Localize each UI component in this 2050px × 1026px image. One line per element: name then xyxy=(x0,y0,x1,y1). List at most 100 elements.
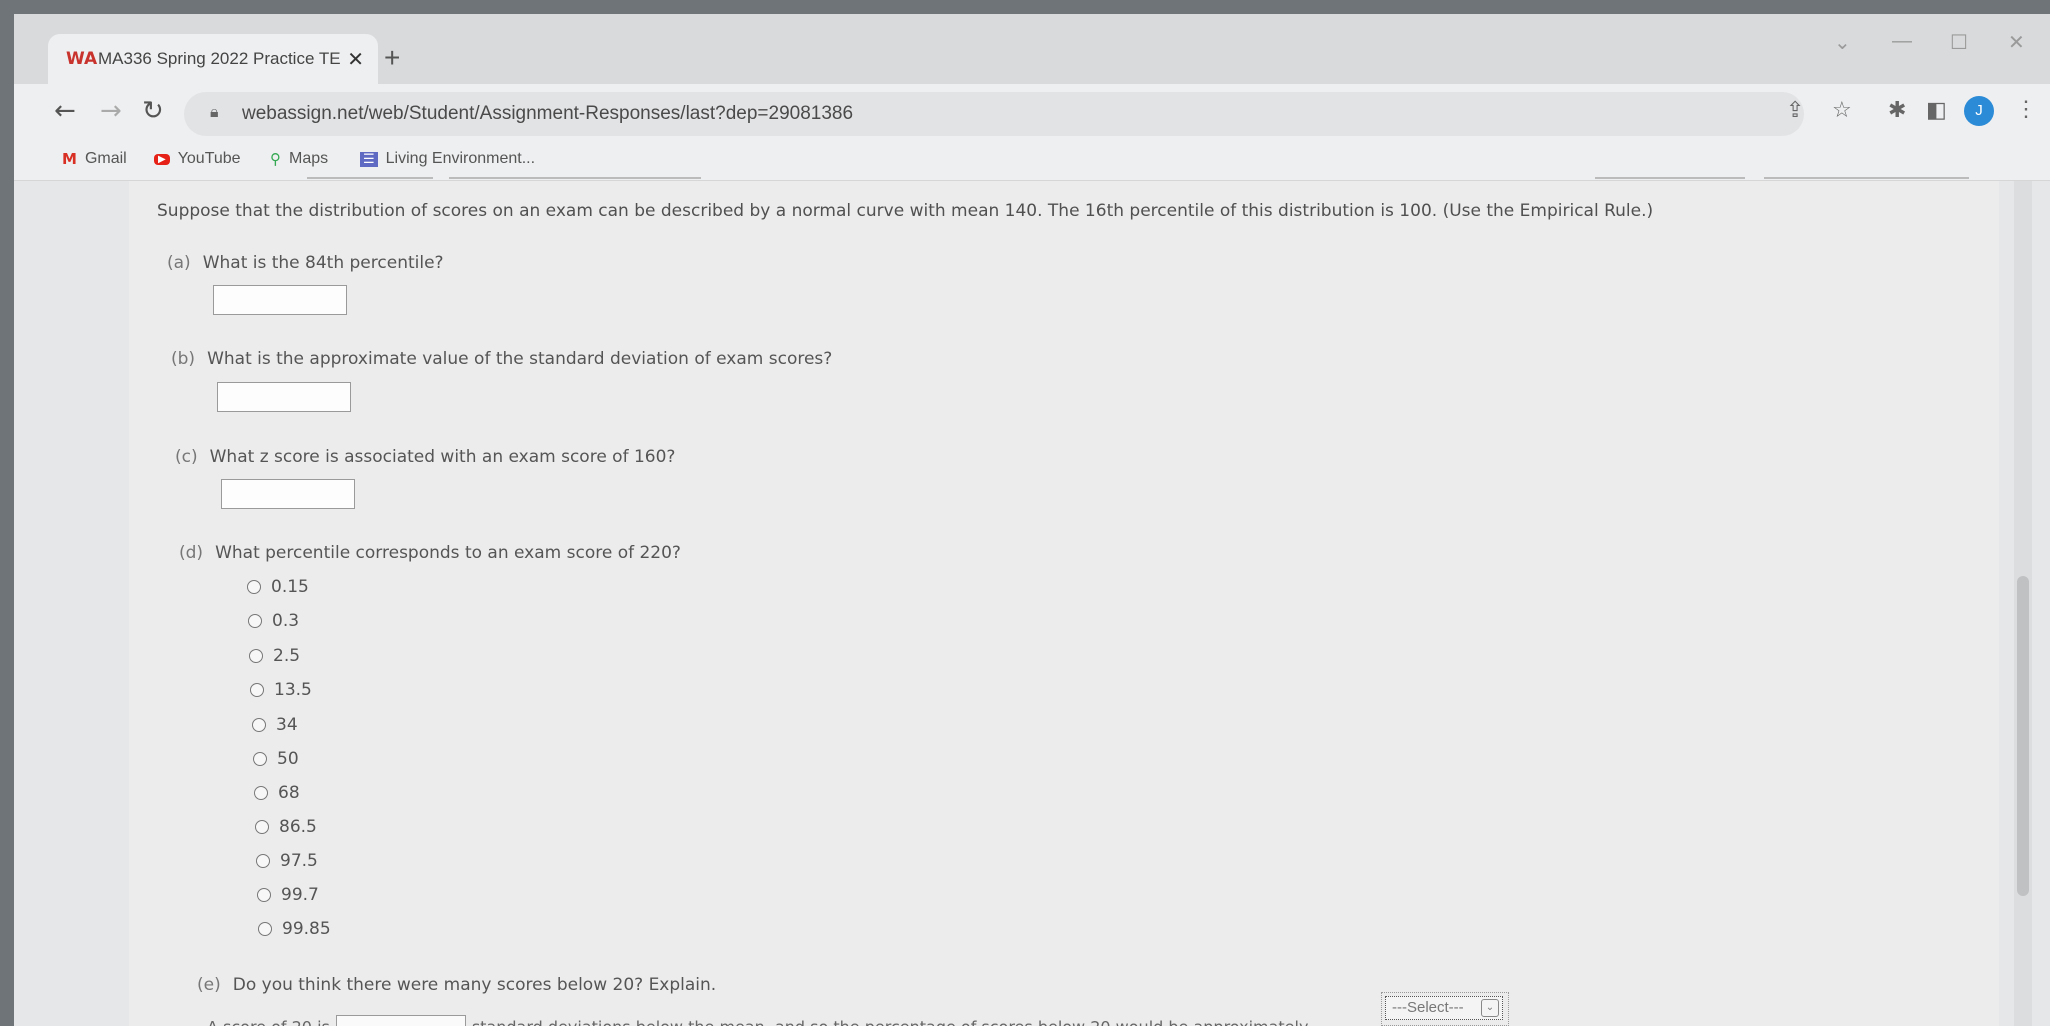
part-e-text: Do you think there were many scores belo… xyxy=(232,975,717,995)
radio-button[interactable] xyxy=(254,786,268,800)
option-2-5[interactable]: 2.5 xyxy=(249,646,300,666)
option-34[interactable]: 34 xyxy=(252,715,298,735)
option-13-5[interactable]: 13.5 xyxy=(250,680,312,700)
bookmark-living-environment[interactable]: ☰ Living Environment... xyxy=(360,150,535,168)
share-icon[interactable]: ⇪ xyxy=(1786,98,1804,123)
option-0-15[interactable]: 0.15 xyxy=(247,577,309,597)
maximize-icon[interactable]: ☐ xyxy=(1950,30,1968,55)
option-label: 99.85 xyxy=(282,919,331,939)
side-panel-icon[interactable]: ◧ xyxy=(1926,98,1947,123)
option-label: 86.5 xyxy=(279,817,317,837)
option-0-3[interactable]: 0.3 xyxy=(248,611,299,631)
bookmark-label: Living Environment... xyxy=(385,150,536,167)
part-e: (e) Do you think there were many scores b… xyxy=(197,975,716,995)
tab-strip: WA MA336 Spring 2022 Practice TES ✕ + ⌄ … xyxy=(14,14,2050,84)
reload-icon[interactable]: ↻ xyxy=(142,96,164,126)
browser-window: WA MA336 Spring 2022 Practice TES ✕ + ⌄ … xyxy=(14,14,2050,1026)
option-label: 97.5 xyxy=(280,851,318,871)
part-letter: (e) xyxy=(197,975,221,995)
radio-button[interactable] xyxy=(248,614,262,628)
part-letter: (d) xyxy=(179,543,204,563)
gmail-icon: M xyxy=(62,150,77,168)
close-tab-icon[interactable]: ✕ xyxy=(347,47,364,72)
bookmark-star-icon[interactable]: ☆ xyxy=(1832,98,1852,123)
part-c-text: What z score is associated with an exam … xyxy=(209,447,676,467)
part-a: (a) What is the 84th percentile? xyxy=(167,253,444,273)
question-panel: Suppose that the distribution of scores … xyxy=(129,177,1999,1026)
option-97-5[interactable]: 97.5 xyxy=(256,851,318,871)
bookmark-label: Gmail xyxy=(84,150,127,167)
close-window-icon[interactable]: ✕ xyxy=(2008,30,2025,55)
forward-icon[interactable]: → xyxy=(100,96,122,126)
question-prompt: Suppose that the distribution of scores … xyxy=(157,201,1654,221)
part-letter: (a) xyxy=(167,253,191,273)
page-viewport: Suppose that the distribution of scores … xyxy=(14,177,2050,1026)
radio-button[interactable] xyxy=(253,752,267,766)
part-letter: (c) xyxy=(175,447,198,467)
part-b: (b) What is the approximate value of the … xyxy=(171,349,832,369)
answer-b-input[interactable] xyxy=(217,382,351,412)
answer-c-input[interactable] xyxy=(221,479,355,509)
radio-button[interactable] xyxy=(257,888,271,902)
webassign-favicon-icon: WA xyxy=(66,49,98,69)
option-label: 99.7 xyxy=(281,885,319,905)
option-label: 0.15 xyxy=(271,577,309,597)
divider xyxy=(1595,177,1745,179)
chevron-down-icon: ⌄ xyxy=(1481,999,1499,1017)
new-tab-button[interactable]: + xyxy=(384,42,400,74)
part-e-sentence: A score of 20 is standard deviations belo… xyxy=(207,1015,1308,1026)
youtube-icon: ▶ xyxy=(154,153,170,165)
answer-e-input[interactable] xyxy=(335,1015,466,1026)
part-letter: (b) xyxy=(171,349,196,369)
bookmarks-bar: M Gmail ▶ YouTube ⚲ Maps ☰ Living Enviro… xyxy=(14,144,2050,181)
radio-button[interactable] xyxy=(256,854,270,868)
part-b-text: What is the approximate value of the sta… xyxy=(207,349,833,369)
list-icon: ☰ xyxy=(360,151,378,167)
option-99-7[interactable]: 99.7 xyxy=(257,885,319,905)
divider xyxy=(1764,177,1969,179)
tab-webassign[interactable]: WA MA336 Spring 2022 Practice TES ✕ xyxy=(48,34,378,84)
minimize-icon[interactable]: — xyxy=(1892,30,1912,53)
extensions-icon[interactable]: ✱ xyxy=(1888,98,1906,123)
url-text: webassign.net/web/Student/Assignment-Res… xyxy=(242,103,854,124)
option-label: 0.3 xyxy=(272,611,300,631)
browser-toolbar: ← → ↻ 🔒︎ webassign.net/web/Student/Assig… xyxy=(14,84,2050,144)
part-d-text: What percentile corresponds to an exam s… xyxy=(215,543,681,563)
bookmark-maps[interactable]: ⚲ Maps xyxy=(270,150,328,168)
radio-button[interactable] xyxy=(247,580,261,594)
bookmark-youtube[interactable]: ▶ YouTube xyxy=(154,150,241,168)
option-86-5[interactable]: 86.5 xyxy=(255,817,317,837)
e-sentence-start: A score of 20 is xyxy=(207,1018,330,1026)
radio-button[interactable] xyxy=(252,718,266,732)
divider xyxy=(449,177,701,179)
option-label: 2.5 xyxy=(273,646,301,666)
radio-button[interactable] xyxy=(258,922,272,936)
bookmark-label: Maps xyxy=(289,150,329,167)
maps-icon: ⚲ xyxy=(270,150,281,168)
tab-search-icon[interactable]: ⌄ xyxy=(1834,30,1851,55)
option-68[interactable]: 68 xyxy=(254,783,300,803)
answer-a-input[interactable] xyxy=(213,285,347,315)
back-icon[interactable]: ← xyxy=(54,96,76,126)
scrollbar-thumb[interactable] xyxy=(2017,576,2029,896)
percentage-select[interactable]: ---Select--- ⌄ xyxy=(1385,996,1503,1020)
option-label: 50 xyxy=(277,749,299,769)
option-99-85[interactable]: 99.85 xyxy=(258,919,331,939)
e-sentence-end: standard deviations below the mean, and … xyxy=(472,1018,1309,1026)
radio-button[interactable] xyxy=(255,820,269,834)
select-value: ---Select--- xyxy=(1392,999,1464,1016)
part-d: (d) What percentile corresponds to an exa… xyxy=(179,543,681,563)
bookmark-label: YouTube xyxy=(177,150,241,167)
option-50[interactable]: 50 xyxy=(253,749,299,769)
tab-title: MA336 Spring 2022 Practice TES xyxy=(98,49,342,68)
radio-button[interactable] xyxy=(250,683,264,697)
option-label: 13.5 xyxy=(274,680,312,700)
bookmark-gmail[interactable]: M Gmail xyxy=(62,150,127,168)
divider xyxy=(307,177,433,179)
radio-button[interactable] xyxy=(249,649,263,663)
profile-avatar[interactable]: J xyxy=(1964,96,1994,126)
address-bar[interactable]: 🔒︎ webassign.net/web/Student/Assignment-… xyxy=(184,92,1804,136)
menu-icon[interactable]: ⋮ xyxy=(2015,96,2037,122)
option-label: 68 xyxy=(278,783,300,803)
part-a-text: What is the 84th percentile? xyxy=(202,253,444,273)
